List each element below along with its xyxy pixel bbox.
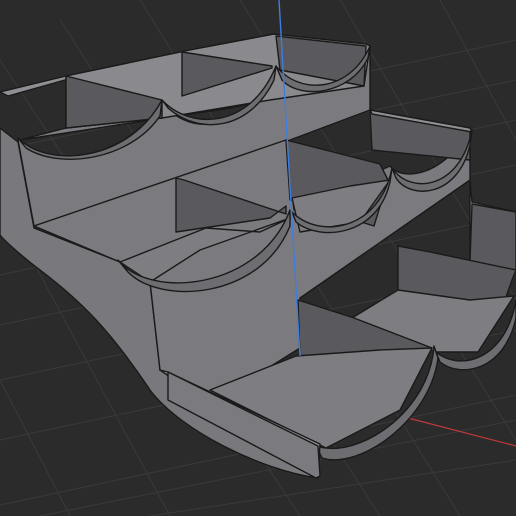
viewport-canvas[interactable] [0,0,516,516]
3d-viewport[interactable] [0,0,516,516]
mid-cell-3-divider [369,109,471,161]
x-axis-line [407,417,516,447]
